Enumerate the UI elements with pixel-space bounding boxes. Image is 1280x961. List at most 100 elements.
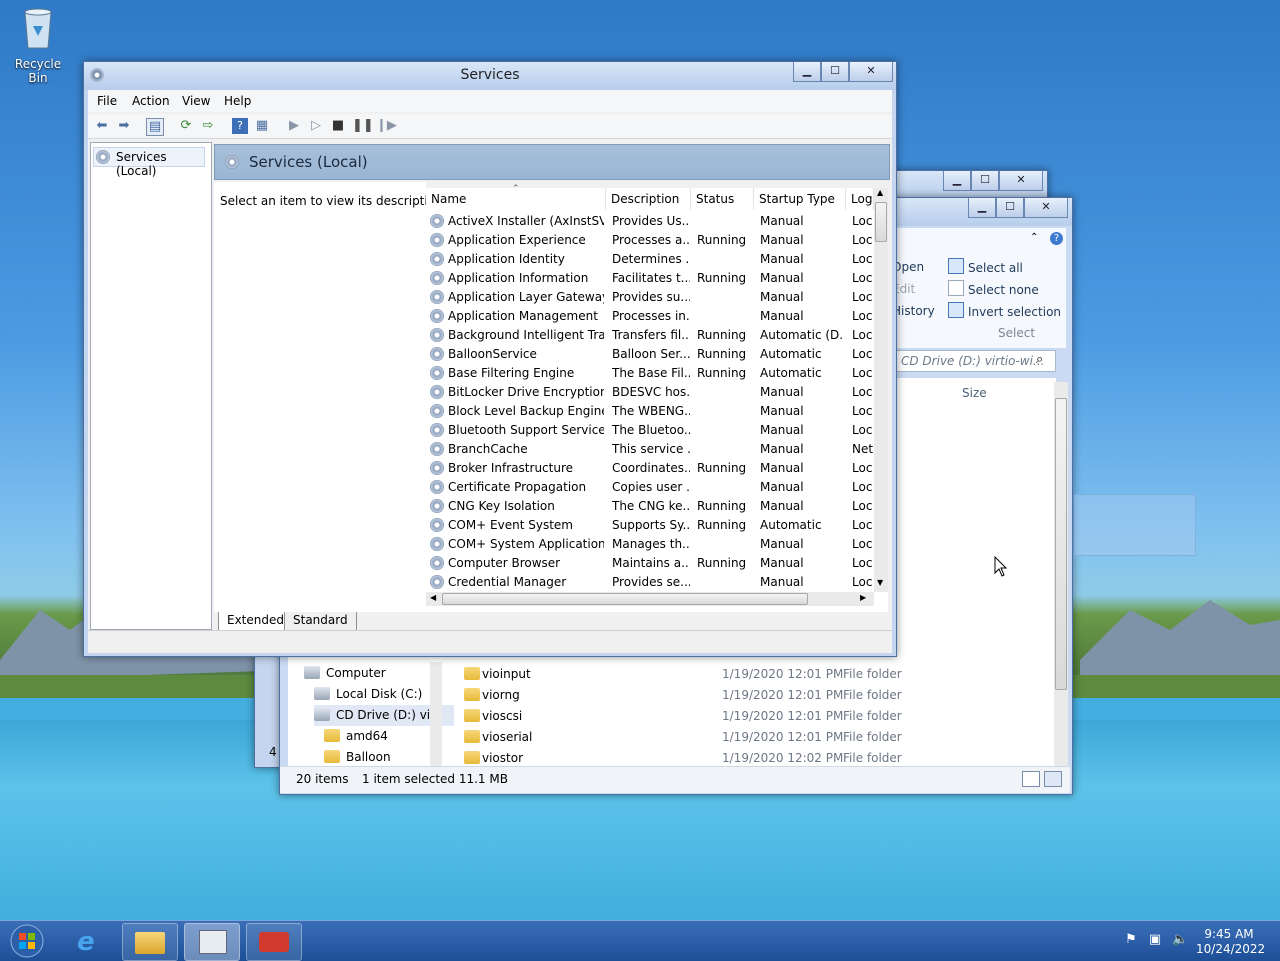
- service-row[interactable]: Application Identity Determines ... Manual…: [426, 250, 876, 269]
- services-horizontal-scrollbar[interactable]: ◀ ▶: [426, 592, 874, 606]
- chevron-up-icon[interactable]: ⌃: [1030, 232, 1038, 243]
- services-window[interactable]: Services ▁ ☐ ✕ File Action View Help ⬅ ➡…: [83, 61, 897, 657]
- nav-item[interactable]: Balloon: [324, 747, 391, 768]
- service-row[interactable]: BalloonService Balloon Ser... Running Autom…: [426, 345, 876, 364]
- services-vertical-scrollbar[interactable]: ▲ ▼: [874, 188, 888, 592]
- nav-item[interactable]: amd64: [324, 726, 388, 747]
- start-service-alt-icon[interactable]: ▷: [308, 118, 324, 134]
- taskbar-file-explorer[interactable]: [122, 923, 178, 961]
- minimize-button[interactable]: ▁: [943, 171, 971, 191]
- search-icon[interactable]: ⌕: [1036, 352, 1043, 367]
- service-row[interactable]: COM+ Event System Supports Sy... Running Au…: [426, 516, 876, 535]
- maximize-button[interactable]: ☐: [821, 62, 849, 82]
- service-row[interactable]: Background Intelligent Tran... Transfers …: [426, 326, 876, 345]
- menu-file[interactable]: File: [97, 94, 117, 108]
- service-row[interactable]: Base Filtering Engine The Base Fil... Runn…: [426, 364, 876, 383]
- gear-icon: [430, 499, 444, 513]
- back-arrow-icon[interactable]: ⬅: [94, 118, 110, 134]
- maximize-button[interactable]: ☐: [996, 198, 1024, 218]
- column-header-log-on-as[interactable]: Log: [846, 188, 874, 210]
- close-button[interactable]: ✕: [849, 62, 893, 82]
- column-header-status[interactable]: Status: [691, 188, 754, 210]
- properties-icon[interactable]: ▦: [254, 118, 270, 134]
- minimize-button[interactable]: ▁: [968, 198, 996, 218]
- cell-log-on-as: Loc: [852, 480, 873, 494]
- column-header-description[interactable]: Description: [606, 188, 691, 210]
- service-row[interactable]: Computer Browser Maintains a... Running Man…: [426, 554, 876, 573]
- folder-icon: [135, 932, 165, 954]
- service-row[interactable]: Application Layer Gateway ... Provides su…: [426, 288, 876, 307]
- service-row[interactable]: Certificate Propagation Copies user ... Ma…: [426, 478, 876, 497]
- service-row[interactable]: Application Experience Processes a... Runn…: [426, 231, 876, 250]
- scroll-down-arrow-icon[interactable]: ▼: [877, 578, 883, 587]
- start-service-icon[interactable]: ▶: [286, 118, 302, 134]
- service-row[interactable]: Application Management Processes in... Man…: [426, 307, 876, 326]
- scroll-up-arrow-icon[interactable]: ▲: [877, 188, 883, 197]
- file-row[interactable]: viorng 1/19/2020 12:01 PM File folder: [464, 685, 1044, 706]
- file-row[interactable]: vioserial 1/19/2020 12:01 PM File folder: [464, 727, 1044, 748]
- desktop-icon-recycle-bin[interactable]: Recycle Bin: [6, 6, 70, 85]
- taskbar-toolbox[interactable]: [246, 923, 302, 961]
- tree-item-services-local[interactable]: Services (Local): [93, 147, 205, 178]
- invert-selection-button[interactable]: Invert selection: [948, 302, 1061, 319]
- pause-service-icon[interactable]: ❚❚: [352, 118, 374, 134]
- scrollbar-thumb[interactable]: [1055, 398, 1067, 690]
- scrollbar-thumb[interactable]: [875, 202, 887, 242]
- nav-item[interactable]: Local Disk (C:): [314, 684, 422, 705]
- minimize-button[interactable]: ▁: [793, 62, 821, 82]
- gear-icon: [430, 518, 444, 532]
- service-row[interactable]: CNG Key Isolation The CNG ke... Running Man…: [426, 497, 876, 516]
- file-row[interactable]: vioscsi 1/19/2020 12:01 PM File folder: [464, 706, 1044, 727]
- nav-pane-scrollbar[interactable]: [430, 662, 442, 766]
- service-row[interactable]: Credential Manager Provides se... Manual Lo…: [426, 573, 876, 592]
- stop-service-icon[interactable]: ■: [330, 118, 346, 134]
- forward-arrow-icon[interactable]: ➡: [116, 118, 132, 134]
- service-row[interactable]: Application Information Facilitates t... R…: [426, 269, 876, 288]
- cell-startup-type: Manual: [760, 461, 804, 475]
- select-all-button[interactable]: Select all: [948, 258, 1023, 275]
- service-row[interactable]: COM+ System Application Manages th... Manu…: [426, 535, 876, 554]
- service-row[interactable]: Broker Infrastructure Coordinates... Runni…: [426, 459, 876, 478]
- action-center-flag-icon[interactable]: ⚑: [1124, 933, 1138, 947]
- menu-help[interactable]: Help: [224, 94, 251, 108]
- column-header-startup-type[interactable]: Startup Type: [754, 188, 846, 210]
- export-list-icon[interactable]: ⇨: [200, 118, 216, 134]
- cell-log-on-as: Loc: [852, 461, 873, 475]
- explorer-vertical-scrollbar[interactable]: [1054, 382, 1068, 766]
- select-none-button[interactable]: Select none: [948, 280, 1039, 297]
- service-row[interactable]: Block Level Backup Engine ... The WBENG..…: [426, 402, 876, 421]
- scroll-right-arrow-icon[interactable]: ▶: [860, 593, 866, 602]
- service-row[interactable]: BranchCache This service ... Manual Net: [426, 440, 876, 459]
- volume-muted-icon[interactable]: 🔈: [1172, 933, 1188, 947]
- restart-service-icon[interactable]: ❙▶: [376, 118, 397, 134]
- service-row[interactable]: ActiveX Installer (AxInstSV) Provides Us.…: [426, 212, 876, 231]
- tab-standard[interactable]: Standard: [284, 612, 357, 631]
- taskbar-services[interactable]: [184, 923, 240, 961]
- menu-view[interactable]: View: [182, 94, 210, 108]
- cell-name: BalloonService: [448, 347, 537, 361]
- close-button[interactable]: ✕: [1024, 198, 1068, 218]
- help-icon[interactable]: ?: [1050, 232, 1063, 245]
- service-row[interactable]: Bluetooth Support Service The Bluetoo... M…: [426, 421, 876, 440]
- search-input[interactable]: CD Drive (D:) virtio-wi...: [896, 350, 1056, 372]
- taskbar-internet-explorer[interactable]: e: [64, 923, 120, 961]
- large-icons-view-icon[interactable]: [1044, 771, 1062, 787]
- clock[interactable]: 9:45 AM 10/24/2022: [1196, 927, 1265, 957]
- file-row[interactable]: vioinput 1/19/2020 12:01 PM File folder: [464, 664, 1044, 685]
- scroll-left-arrow-icon[interactable]: ◀: [430, 593, 436, 602]
- scrollbar-thumb[interactable]: [442, 593, 808, 605]
- close-button[interactable]: ✕: [999, 171, 1043, 191]
- network-icon[interactable]: ▣: [1148, 933, 1162, 947]
- tab-extended[interactable]: Extended: [218, 612, 293, 631]
- menu-action[interactable]: Action: [132, 94, 170, 108]
- service-row[interactable]: BitLocker Drive Encryption ... BDESVC hos…: [426, 383, 876, 402]
- nav-item[interactable]: Computer: [304, 663, 386, 684]
- refresh-icon[interactable]: ⟳: [178, 118, 194, 134]
- maximize-button[interactable]: ☐: [971, 171, 999, 191]
- start-button[interactable]: [3, 923, 51, 959]
- show-console-tree-icon[interactable]: ▤: [146, 118, 164, 136]
- history-button[interactable]: History: [892, 304, 935, 318]
- details-view-icon[interactable]: [1022, 771, 1040, 787]
- help-book-icon[interactable]: ?: [232, 118, 248, 134]
- column-header-size[interactable]: Size: [962, 386, 987, 400]
